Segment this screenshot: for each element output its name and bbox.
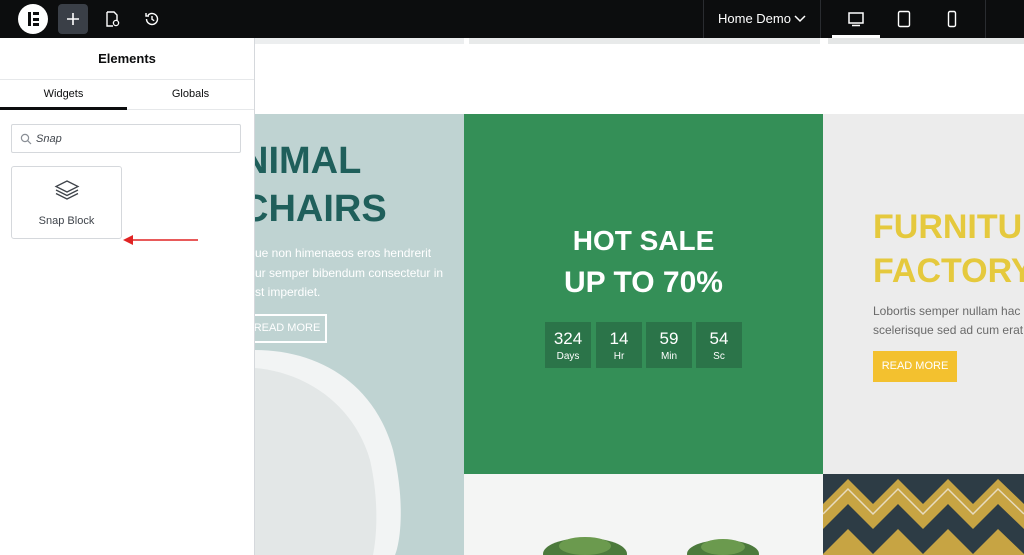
factory-text-line2: scelerisque sed ad cum erat. [873,323,1024,337]
hero-banner: NIMAL CHAIRS ue non himenaeos eros hendr… [255,114,464,555]
add-element-button[interactable] [58,4,88,34]
mobile-icon [947,10,957,28]
top-image-strip [469,38,820,44]
hero-text-line1: ue non himenaeos eros hendrerit [255,246,432,260]
mobile-view-button[interactable] [937,4,967,34]
countdown-hours: 14 Hr [596,322,642,368]
factory-text-line1: Lobortis semper nullam hac g [873,304,1024,318]
pattern-image [823,474,1024,555]
sale-heading-line1: HOT SALE [572,225,715,256]
tab-widgets[interactable]: Widgets [0,80,127,110]
hero-read-more-button[interactable]: READ MORE [255,314,327,343]
elements-panel: Elements Widgets Globals Snap Block [0,38,255,555]
desktop-icon [848,12,864,27]
widget-search-box [11,124,241,153]
countdown-minutes: 59 Min [646,322,692,368]
document-title[interactable]: Home Demo [718,0,791,38]
hero-title-line2: CHAIRS [255,188,387,230]
top-image-strip [828,38,1024,44]
chair-image [255,350,401,555]
tablet-icon [897,10,911,28]
editor-top-bar: Home Demo [0,0,1024,38]
furniture-factory-banner: FURNITU FACTORY Lobortis semper nullam h… [823,114,1024,474]
history-button[interactable] [137,4,167,34]
search-input[interactable] [36,131,231,147]
hero-title-line1: NIMAL [255,140,362,182]
annotation-arrow [123,235,198,245]
page-settings-button[interactable] [97,4,127,34]
sale-heading-line2: UP TO 70% [564,266,723,299]
plant-image [543,537,759,555]
countdown-seconds: 54 Sc [696,322,742,368]
factory-title-line2: FACTORY [873,252,1024,290]
zigzag-pattern [823,479,1024,555]
factory-title-line1: FURNITU [873,208,1023,246]
search-icon [20,133,32,145]
factory-read-more-button[interactable]: READ MORE [873,351,957,382]
plants-image [464,474,823,555]
layers-icon [54,180,80,200]
tab-globals[interactable]: Globals [127,80,254,110]
widget-snap-block[interactable]: Snap Block [11,166,122,239]
panel-title: Elements [0,38,254,80]
plus-icon [67,13,79,25]
top-image-strip [255,38,464,44]
hero-text-line2: ur semper bibendum consectetur in [255,266,444,280]
page-settings-icon [106,11,120,27]
elementor-logo-icon[interactable] [18,4,48,34]
page-preview-canvas: NIMAL CHAIRS ue non himenaeos eros hendr… [255,38,1024,555]
widget-label: Snap Block [38,215,95,227]
history-icon [145,12,159,26]
chevron-down-icon[interactable] [794,14,806,24]
desktop-view-button[interactable] [841,4,871,34]
tablet-view-button[interactable] [889,4,919,34]
countdown-days: 324 Days [545,322,591,368]
hot-sale-banner: HOT SALE UP TO 70% 324 Days 14 Hr 59 Min… [464,114,823,474]
hero-text-line3: st imperdiet. [255,285,321,299]
